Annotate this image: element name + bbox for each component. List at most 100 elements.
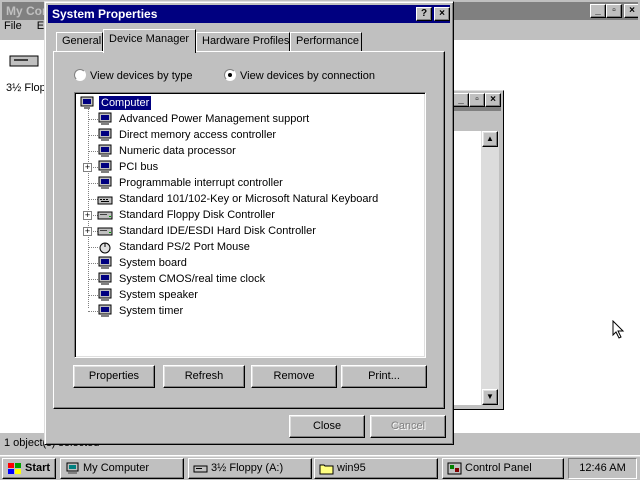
task-control-panel-label: Control Panel — [465, 462, 532, 474]
start-label: Start — [25, 462, 51, 474]
computer-device-icon — [98, 272, 112, 285]
dialog-titlebar[interactable]: System Properties ? × — [48, 5, 450, 23]
floppy-drive-icon — [9, 55, 39, 67]
refresh-button[interactable]: Refresh — [163, 365, 245, 388]
clock-label: 12:46 AM — [579, 462, 626, 474]
tab-hardware-profiles-label: Hardware Profiles — [202, 35, 290, 47]
view-by-connection-radio[interactable]: View devices by connection — [224, 69, 375, 85]
maximize-icon[interactable]: ▫ — [606, 4, 622, 18]
tree-node-label: Standard Floppy Disk Controller — [119, 209, 275, 221]
tab-hardware-profiles[interactable]: Hardware Profiles — [196, 32, 290, 52]
disk-controller-icon — [97, 227, 113, 236]
cancel-label: Cancel — [390, 420, 426, 432]
task-control-panel[interactable]: Control Panel — [442, 458, 564, 479]
tree-node[interactable]: System timer — [88, 303, 417, 319]
keyboard-icon — [97, 196, 113, 205]
computer-icon — [80, 96, 94, 109]
expand-icon[interactable]: + — [83, 163, 92, 172]
tree-node-label: System speaker — [119, 289, 198, 301]
expand-icon[interactable]: + — [83, 211, 92, 220]
task-my-computer-label: My Computer — [83, 462, 150, 474]
mouse-icon — [99, 242, 111, 254]
device-tree[interactable]: Computer Advanced Power Management suppo… — [74, 92, 426, 358]
menu-file[interactable]: File — [4, 20, 22, 32]
system-tray-clock[interactable]: 12:46 AM — [568, 458, 637, 479]
folder-icon — [319, 464, 334, 475]
tab-performance[interactable]: Performance — [290, 32, 362, 52]
close-icon[interactable]: × — [434, 7, 450, 21]
tree-node[interactable]: Programmable interrupt controller — [88, 175, 417, 191]
tree-node-computer[interactable]: Computer — [79, 95, 169, 111]
windows-logo-icon — [8, 463, 21, 474]
dialog-title: System Properties — [52, 7, 158, 21]
cancel-button: Cancel — [370, 415, 446, 438]
tree-node-label: Programmable interrupt controller — [119, 177, 283, 189]
scroll-up-icon[interactable]: ▲ — [482, 131, 498, 147]
minimize-icon[interactable]: _ — [590, 4, 606, 18]
tree-node-label: Standard IDE/ESDI Hard Disk Controller — [119, 225, 316, 237]
tree-node[interactable]: Standard 101/102-Key or Microsoft Natura… — [88, 191, 417, 207]
close-icon[interactable]: × — [485, 93, 501, 107]
tree-node-label: Advanced Power Management support — [119, 113, 310, 125]
minimize-icon[interactable]: _ — [453, 93, 469, 107]
task-win95-label: win95 — [337, 462, 366, 474]
print-button[interactable]: Print... — [341, 365, 427, 388]
task-my-computer[interactable]: My Computer — [60, 458, 184, 479]
start-button[interactable]: Start — [2, 458, 56, 479]
computer-device-icon — [98, 288, 112, 301]
tab-device-manager[interactable]: Device Manager — [103, 29, 196, 53]
close-button[interactable]: Close — [289, 415, 365, 438]
task-floppy[interactable]: 3½ Floppy (A:) — [188, 458, 312, 479]
print-label: Print... — [368, 370, 400, 382]
tree-node[interactable]: Numeric data processor — [88, 143, 417, 159]
tab-general-label: General — [62, 35, 102, 47]
tree-node-label: Direct memory access controller — [119, 129, 277, 141]
tree-connector — [88, 108, 89, 308]
tree-node[interactable]: Advanced Power Management support — [88, 111, 417, 127]
tree-node[interactable]: + Standard Floppy Disk Controller — [83, 207, 417, 223]
task-floppy-label: 3½ Floppy (A:) — [211, 462, 284, 474]
scroll-down-icon[interactable]: ▼ — [482, 389, 498, 405]
task-win95[interactable]: win95 — [314, 458, 438, 479]
maximize-icon[interactable]: ▫ — [469, 93, 485, 107]
computer-device-icon — [98, 128, 112, 141]
explorer-content — [451, 131, 481, 405]
computer-icon — [66, 462, 79, 474]
remove-label: Remove — [273, 370, 315, 382]
computer-device-icon — [98, 304, 112, 317]
system-properties-dialog: System Properties ? × General Device Man… — [44, 1, 454, 445]
disk-controller-icon — [97, 211, 113, 220]
tab-general[interactable]: General — [56, 32, 103, 52]
tree-node[interactable]: System CMOS/real time clock — [88, 271, 417, 287]
tree-node-label: System timer — [119, 305, 184, 317]
floppy-drive-item[interactable]: 3½ Floppy (A:) — [4, 44, 78, 96]
tree-node[interactable]: Standard PS/2 Port Mouse — [88, 239, 417, 255]
tree-node-label: Standard PS/2 Port Mouse — [119, 241, 250, 253]
view-by-type-radio[interactable]: View devices by type — [74, 69, 193, 85]
help-icon[interactable]: ? — [416, 7, 432, 21]
tab-device-manager-label: Device Manager — [109, 33, 190, 45]
computer-device-icon — [98, 112, 112, 125]
explorer-window: _ ▫ × ▲ ▼ — [448, 90, 504, 410]
view-by-type-label: View devices by type — [90, 70, 193, 82]
close-label: Close — [312, 420, 342, 432]
properties-button[interactable]: Properties — [73, 365, 155, 388]
expand-icon[interactable]: + — [83, 227, 92, 236]
remove-button[interactable]: Remove — [251, 365, 337, 388]
refresh-label: Refresh — [184, 370, 224, 382]
tree-node-label: System board — [119, 257, 187, 269]
tab-performance-label: Performance — [296, 35, 359, 47]
tree-node[interactable]: + Standard IDE/ESDI Hard Disk Controller — [83, 223, 417, 239]
vertical-scrollbar[interactable]: ▲ ▼ — [481, 131, 499, 405]
control-panel-icon — [447, 462, 462, 475]
explorer-titlebar[interactable]: _ ▫ × — [451, 93, 501, 111]
taskbar: Start My Computer 3½ Floppy (A:) win95 C… — [0, 455, 640, 480]
tree-node-label: PCI bus — [119, 161, 159, 173]
close-icon[interactable]: × — [624, 4, 638, 18]
tree-node[interactable]: Direct memory access controller — [88, 127, 417, 143]
tree-node[interactable]: System speaker — [88, 287, 417, 303]
mouse-cursor-icon — [612, 320, 625, 339]
radio-button-icon — [74, 69, 86, 81]
tree-node[interactable]: + PCI bus — [83, 159, 417, 175]
tree-node[interactable]: System board — [88, 255, 417, 271]
